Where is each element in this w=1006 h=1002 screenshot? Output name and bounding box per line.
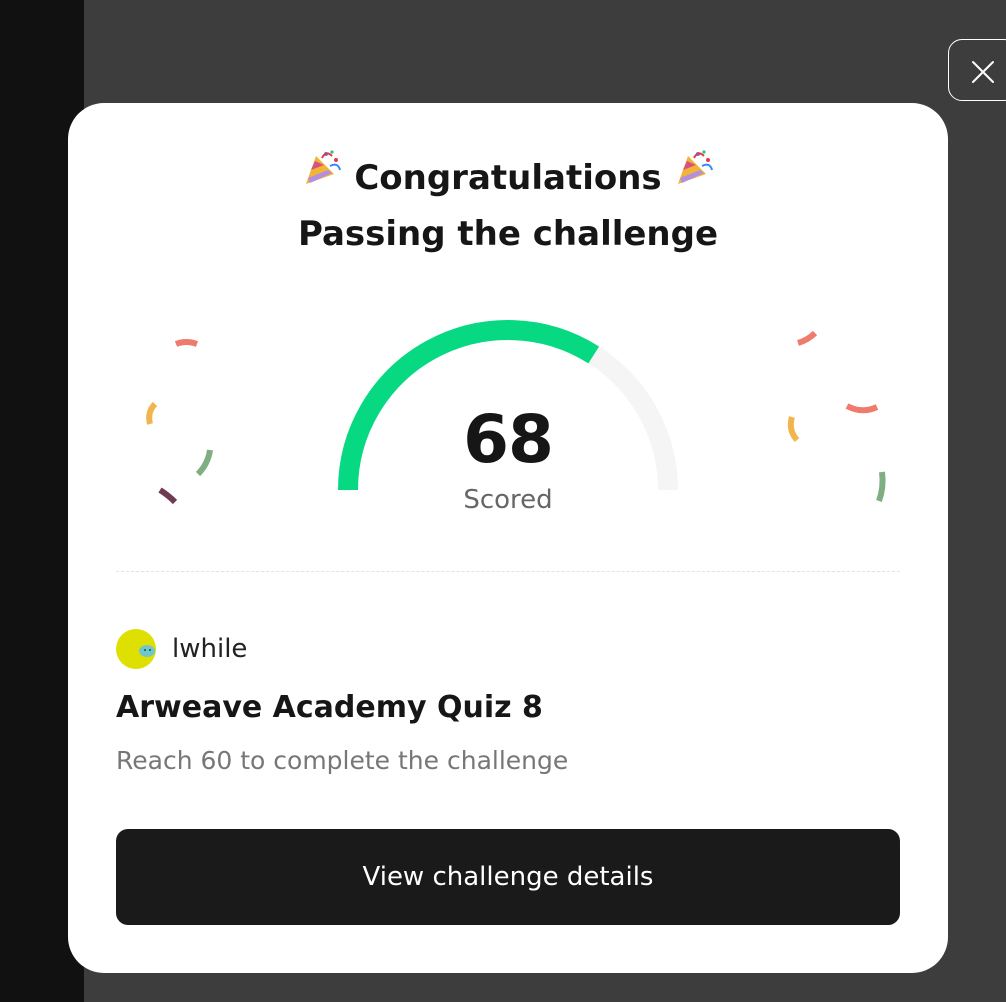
challenge-title: Arweave Academy Quiz 8 <box>116 690 543 725</box>
score-value: 68 <box>463 401 554 478</box>
view-challenge-details-button[interactable]: View challenge details <box>116 829 900 925</box>
avatar <box>116 629 156 669</box>
username: lwhile <box>172 634 248 664</box>
score-label: Scored <box>463 485 553 515</box>
avatar-face <box>139 645 155 657</box>
section-divider <box>116 571 900 572</box>
challenge-description: Reach 60 to complete the challenge <box>116 746 569 775</box>
